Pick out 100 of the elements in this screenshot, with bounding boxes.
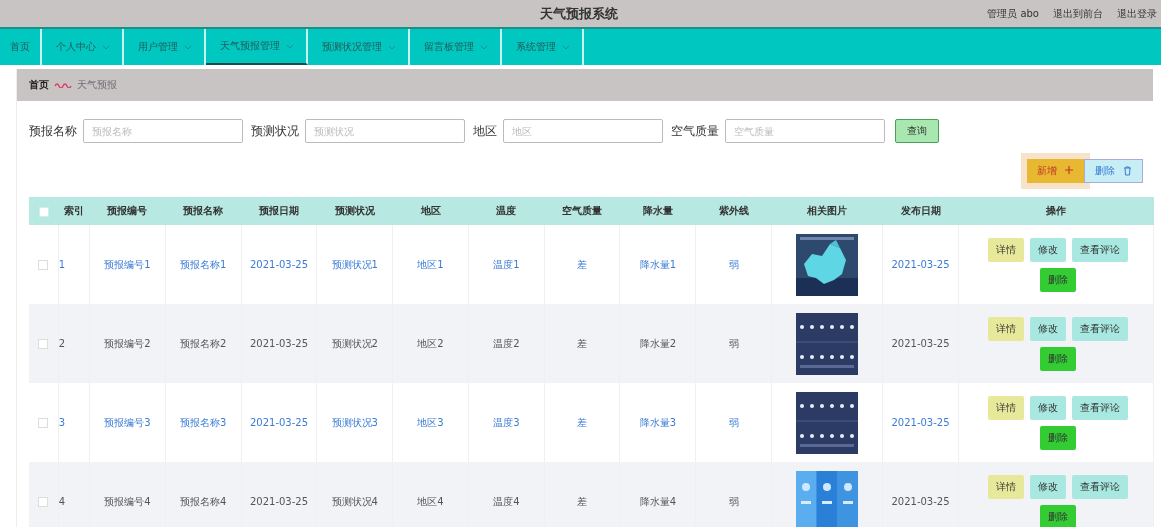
nav-tab[interactable]: 预测状况管理 [308, 29, 410, 65]
delete-button[interactable]: 删除 [1039, 425, 1076, 450]
column-header: 预报名称 [183, 205, 224, 216]
table-cell: 降水量1 [639, 258, 677, 270]
nav-tab[interactable]: 留言板管理 [410, 29, 502, 65]
table-cell: 预报编号2 [104, 337, 151, 349]
table-cell: 预报名称4 [180, 495, 227, 507]
row-checkbox[interactable] [38, 418, 49, 428]
table-cell: 降水量3 [639, 416, 677, 428]
comments-button[interactable]: 查看评论 [1071, 316, 1128, 341]
column-header: 空气质量 [562, 205, 603, 216]
search-button[interactable]: 查询 [895, 119, 939, 143]
search-field[interactable]: 地区 [503, 119, 663, 143]
table-cell: 4 [58, 496, 66, 507]
table-cell: 地区4 [417, 495, 444, 507]
comments-button[interactable]: 查看评论 [1071, 395, 1128, 420]
header-link[interactable]: 退出到前台 [1053, 6, 1103, 21]
nav-tab[interactable]: 天气预报管理 [206, 29, 308, 65]
plus-icon [1065, 166, 1074, 176]
table-cell: 地区2 [417, 337, 444, 349]
table-cell: 差 [577, 337, 588, 349]
details-button[interactable]: 详情 [987, 237, 1024, 262]
table-cell: 预报编号4 [104, 495, 151, 507]
column-header: 发布日期 [900, 205, 941, 216]
table-cell: 2021-03-25 [891, 417, 950, 428]
field-label: 地区 [473, 122, 497, 140]
comments-button[interactable]: 查看评论 [1071, 474, 1128, 499]
edit-button[interactable]: 修改 [1029, 395, 1066, 420]
edit-button[interactable]: 修改 [1029, 237, 1066, 262]
app-title: 天气预报系统 [539, 4, 618, 23]
caret-icon [480, 44, 488, 50]
table-cell: 2021-03-25 [891, 259, 950, 270]
column-header: 预报编号 [107, 205, 148, 216]
table-cell: 弱 [728, 337, 739, 349]
row-checkbox[interactable] [38, 260, 49, 270]
column-header: 预报日期 [259, 205, 299, 216]
caret-icon [562, 44, 570, 50]
nav-tab[interactable]: 首页 [0, 29, 42, 65]
comments-button[interactable]: 查看评论 [1071, 237, 1128, 262]
table-cell: 2021-03-25 [249, 259, 309, 270]
table-cell: 弱 [728, 258, 739, 270]
trash-icon [1123, 166, 1132, 176]
table-cell: 地区3 [417, 416, 444, 428]
table-cell: 差 [577, 258, 588, 270]
row-checkbox[interactable] [38, 497, 49, 507]
user-menu[interactable]: 管理员 abo [987, 6, 1039, 21]
table-cell: 差 [577, 495, 588, 507]
table-cell: 3 [58, 417, 66, 428]
edit-button[interactable]: 修改 [1029, 316, 1066, 341]
table-cell: 温度4 [493, 495, 520, 507]
table-cell: 降水量2 [639, 337, 677, 349]
table-cell: 2021-03-25 [249, 417, 309, 428]
table-cell: 差 [577, 416, 588, 428]
table-cell: 预报名称3 [180, 416, 227, 428]
field-label: 预测状况 [251, 122, 299, 140]
column-header: 地区 [420, 205, 441, 216]
column-header: 紫外线 [718, 205, 749, 216]
select-all-checkbox[interactable] [38, 206, 49, 217]
column-header: 操作 [1045, 205, 1066, 216]
breadcrumb-link[interactable]: 首页 [29, 78, 49, 92]
search-field[interactable]: 空气质量 [725, 119, 885, 143]
row-checkbox[interactable] [38, 339, 49, 349]
details-button[interactable]: 详情 [987, 316, 1024, 341]
table-cell: 1 [58, 259, 66, 270]
delete-button[interactable]: 删除 [1039, 504, 1076, 527]
table-cell: 预测状况2 [331, 337, 378, 349]
nav-tab[interactable]: 系统管理 [502, 29, 584, 65]
details-button[interactable]: 详情 [987, 395, 1024, 420]
squiggle-icon [54, 82, 72, 88]
column-header: 预测状况 [334, 205, 375, 216]
field-label: 空气质量 [671, 122, 719, 140]
caret-icon [388, 44, 396, 50]
caret-icon [184, 44, 192, 50]
search-field[interactable]: 预报名称 [83, 119, 243, 143]
nav-tab[interactable]: 个人中心 [42, 29, 124, 65]
table-cell: 预测状况1 [331, 258, 378, 270]
table-cell: 2021-03-25 [891, 496, 950, 507]
delete-button[interactable]: 删除 [1084, 159, 1143, 183]
table-cell: 预测状况3 [331, 416, 378, 428]
table-cell: 温度1 [493, 258, 520, 270]
delete-button[interactable]: 删除 [1039, 346, 1076, 371]
table-cell: 预报名称2 [180, 337, 227, 349]
caret-icon [286, 43, 294, 49]
field-label: 预报名称 [29, 122, 77, 140]
column-header: 降水量 [642, 205, 673, 216]
nav-tab[interactable]: 用户管理 [124, 29, 206, 65]
column-header: 温度 [496, 205, 517, 216]
table-cell: 2021-03-25 [891, 338, 950, 349]
table-cell: 地区1 [417, 258, 444, 270]
table-cell: 弱 [728, 495, 739, 507]
table-cell: 预报编号3 [104, 416, 151, 428]
table-cell: 预报编号1 [104, 258, 151, 270]
edit-button[interactable]: 修改 [1029, 474, 1066, 499]
delete-button[interactable]: 删除 [1039, 267, 1076, 292]
table-cell: 预测状况4 [331, 495, 378, 507]
header-link[interactable]: 退出登录 [1117, 6, 1157, 21]
table-cell: 降水量4 [639, 495, 677, 507]
details-button[interactable]: 详情 [987, 474, 1024, 499]
breadcrumb-current: 天气预报 [77, 78, 117, 92]
table-cell: 温度2 [493, 337, 520, 349]
